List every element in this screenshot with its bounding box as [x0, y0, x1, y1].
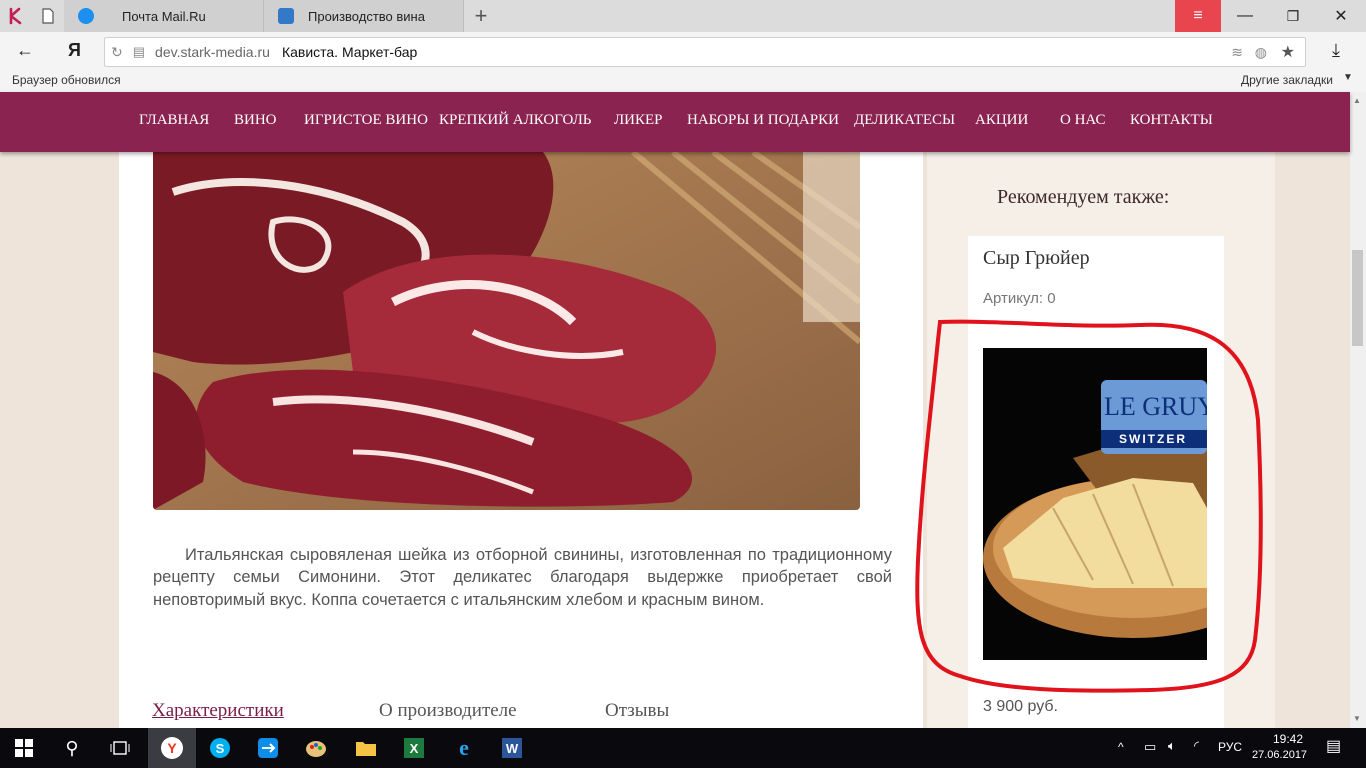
windows-start-icon[interactable] [0, 728, 48, 768]
tab-characteristics[interactable]: Характеристики [152, 700, 284, 722]
url-title: Кависта. Маркет-бар [281, 44, 418, 60]
clock-time[interactable]: 19:42 [1266, 732, 1310, 746]
protect-icon[interactable]: ◍ [1255, 44, 1267, 61]
skype-icon[interactable]: S [196, 728, 244, 768]
battery-icon[interactable]: ▭ [1144, 739, 1156, 755]
yandex-icon[interactable]: Я [68, 40, 81, 61]
tab-producer[interactable]: О производителе [379, 700, 517, 722]
site-info-icon[interactable]: ▤ [133, 44, 145, 60]
svg-text:W: W [506, 741, 519, 756]
tab-mail[interactable]: Почта Mail.Ru [64, 0, 264, 32]
tab-reviews[interactable]: Отзывы [605, 700, 669, 722]
close-icon[interactable]: ✕ [1318, 0, 1364, 32]
product-description: Итальянская сыровяленая шейка из отборно… [153, 545, 892, 609]
reload-icon[interactable]: ↻ [111, 44, 123, 61]
nav-item-about[interactable]: О НАС [1060, 92, 1106, 152]
yandex-browser-taskbar-icon[interactable]: Y [148, 728, 196, 768]
volume-icon[interactable]: 🔈︎ [1168, 738, 1176, 754]
new-tab-icon[interactable]: + [466, 0, 496, 32]
paint-icon[interactable] [292, 728, 340, 768]
network-icon[interactable]: ◜ [1194, 738, 1199, 754]
browser-tab-bar: Почта Mail.Ru Производство вина + ≡ — ❐ … [0, 0, 1366, 32]
back-icon[interactable]: ← [16, 40, 34, 61]
turbo-icon[interactable]: ≋ [1231, 44, 1243, 61]
svg-text:e: e [459, 736, 469, 760]
site-favicon-icon [278, 8, 294, 24]
nav-item-liqueur[interactable]: ЛИКЕР [614, 92, 663, 152]
minimize-icon[interactable]: — [1222, 0, 1268, 32]
image-label-bottom: SWITZER [1119, 432, 1187, 446]
svg-text:S: S [216, 741, 225, 756]
page-icon[interactable] [32, 0, 64, 32]
tray-chevron-up-icon[interactable]: ^ [1118, 740, 1124, 754]
scroll-down-icon[interactable]: ▼ [1353, 714, 1361, 723]
url-domain: dev.stark-media.ru [155, 44, 270, 60]
page-scrollbar[interactable]: ▲ ▼ [1350, 92, 1366, 728]
yandex-logo-icon[interactable] [0, 0, 32, 32]
product-image[interactable] [153, 152, 860, 510]
product-name[interactable]: Сыр Грюйер [983, 247, 1090, 270]
nav-item-home[interactable]: ГЛАВНАЯ [139, 92, 209, 152]
main-navigation: ГЛАВНАЯ ВИНО ИГРИСТОЕ ВИНО КРЕПКИЙ АЛКОГ… [0, 92, 1350, 152]
file-explorer-icon[interactable] [342, 728, 390, 768]
menu-icon[interactable]: ≡ [1175, 0, 1221, 32]
svg-text:X: X [410, 741, 419, 756]
search-icon[interactable]: ⚲ [48, 728, 96, 768]
teamviewer-icon[interactable] [244, 728, 292, 768]
tab-label: Производство вина [308, 8, 425, 24]
language-indicator[interactable]: РУС [1218, 740, 1242, 754]
recommended-product-card[interactable]: Сыр Грюйер Артикул: 0 LE GRUY SWITZER 3 … [968, 236, 1224, 728]
scroll-up-icon[interactable]: ▲ [1353, 96, 1361, 105]
svg-text:Y: Y [167, 740, 177, 756]
image-label-top: LE GRUY [1104, 392, 1207, 421]
product-sku: Артикул: 0 [983, 290, 1056, 307]
nav-item-promo[interactable]: АКЦИИ [975, 92, 1028, 152]
nav-item-spirits[interactable]: КРЕПКИЙ АЛКОГОЛЬ [439, 92, 591, 152]
bookmark-star-icon[interactable]: ★ [1281, 42, 1295, 62]
clock-date[interactable]: 27.06.2017 [1252, 749, 1307, 761]
scrollbar-thumb[interactable] [1352, 250, 1363, 346]
word-icon[interactable]: W [488, 728, 536, 768]
nav-item-delicacies[interactable]: ДЕЛИКАТЕСЫ [854, 92, 955, 152]
chevron-down-icon[interactable]: ▼ [1343, 72, 1353, 83]
bookmarks-bar: Браузер обновился Другие закладки ▼ [0, 70, 1366, 92]
notifications-icon[interactable]: ▤ [1326, 736, 1341, 756]
nav-item-contacts[interactable]: КОНТАКТЫ [1130, 92, 1213, 152]
internet-explorer-icon[interactable]: e [440, 728, 488, 768]
restore-icon[interactable]: ❐ [1270, 0, 1316, 32]
url-field[interactable]: ↻ ▤ dev.stark-media.ru Кависта. Маркет-б… [104, 37, 1306, 67]
nav-item-wine[interactable]: ВИНО [234, 92, 277, 152]
cheese-image[interactable]: LE GRUY SWITZER [983, 348, 1207, 660]
nav-item-sparkling[interactable]: ИГРИСТОЕ ВИНО [304, 92, 428, 152]
download-icon[interactable]: ⤓ [1332, 40, 1340, 61]
tab-wine[interactable]: Производство вина [264, 0, 464, 32]
excel-icon[interactable]: X [390, 728, 438, 768]
bookmark-update-notice[interactable]: Браузер обновился [12, 73, 121, 87]
tab-label: Почта Mail.Ru [122, 8, 206, 24]
task-view-icon[interactable] [96, 728, 144, 768]
mail-ru-icon [78, 8, 94, 24]
nav-item-gifts[interactable]: НАБОРЫ И ПОДАРКИ [687, 92, 839, 152]
other-bookmarks[interactable]: Другие закладки [1241, 73, 1333, 87]
product-price: 3 900 руб. [983, 698, 1058, 715]
recommend-heading: Рекомендуем также: [997, 186, 1170, 208]
